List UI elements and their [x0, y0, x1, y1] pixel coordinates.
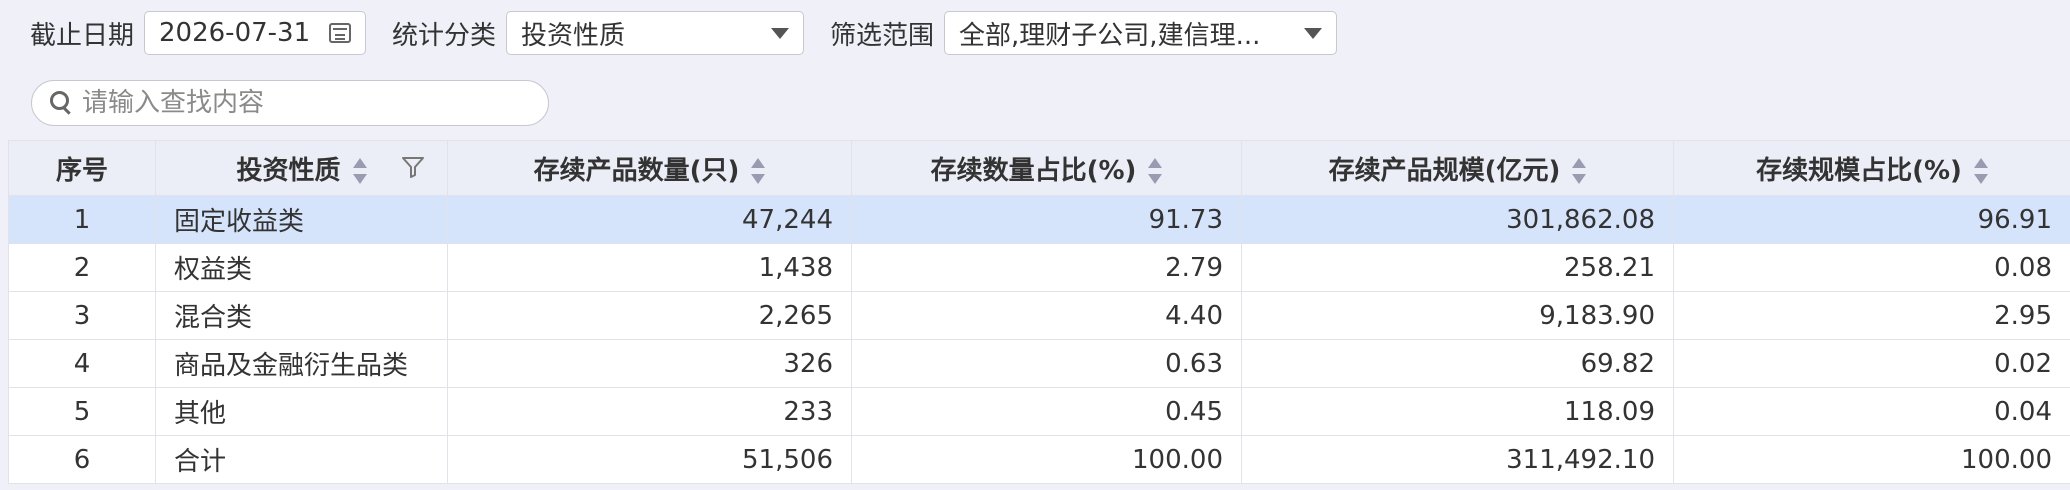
- chevron-down-icon: [771, 27, 790, 39]
- cell-index: 1: [8, 195, 156, 244]
- cell-scale-ratio: 2.95: [1673, 291, 2070, 340]
- sort-icon[interactable]: [751, 156, 766, 186]
- scope-label: 筛选范围: [830, 20, 935, 51]
- table-row[interactable]: 3 混合类 2,265 4.40 9,183.90 2.95: [8, 291, 2070, 340]
- cell-count-ratio: 2.79: [851, 243, 1242, 292]
- cell-type: 商品及金融衍生品类: [155, 339, 448, 388]
- cell-count: 1,438: [447, 243, 852, 292]
- cell-index: 3: [8, 291, 156, 340]
- data-table: 序号 投资性质 存续产品数量(只) 存续数量占比(%) 存续产品规模(亿元) 存…: [8, 140, 2070, 484]
- cell-scale-ratio: 96.91: [1673, 195, 2070, 244]
- category-select[interactable]: 投资性质: [506, 11, 805, 55]
- search-icon: [50, 91, 70, 115]
- cell-scale-ratio: 0.08: [1673, 243, 2070, 292]
- cell-type: 混合类: [155, 291, 448, 340]
- table-header-row: 序号 投资性质 存续产品数量(只) 存续数量占比(%) 存续产品规模(亿元) 存…: [8, 140, 2070, 196]
- cell-index: 4: [8, 339, 156, 388]
- cell-scale-ratio: 100.00: [1673, 435, 2070, 484]
- cell-index: 2: [8, 243, 156, 292]
- table-row[interactable]: 4 商品及金融衍生品类 326 0.63 69.82 0.02: [8, 339, 2070, 388]
- sort-icon[interactable]: [1148, 156, 1163, 186]
- cell-type: 其他: [155, 387, 448, 436]
- filter-icon[interactable]: [401, 155, 425, 179]
- cell-scale: 301,862.08: [1241, 195, 1674, 244]
- header-scale-ratio[interactable]: 存续规模占比(%): [1673, 140, 2070, 196]
- table-row[interactable]: 6 合计 51,506 100.00 311,492.10 100.00: [8, 435, 2070, 484]
- date-picker[interactable]: 2026-07-31: [144, 11, 367, 55]
- cell-count: 51,506: [447, 435, 852, 484]
- cell-scale: 118.09: [1241, 387, 1674, 436]
- header-investment-type[interactable]: 投资性质: [155, 140, 448, 196]
- cell-count: 233: [447, 387, 852, 436]
- scope-select[interactable]: 全部,理财子公司,建信理...: [944, 11, 1338, 55]
- cell-count: 326: [447, 339, 852, 388]
- cell-count-ratio: 0.45: [851, 387, 1242, 436]
- cell-type: 合计: [155, 435, 448, 484]
- cell-count-ratio: 100.00: [851, 435, 1242, 484]
- search-input[interactable]: [80, 87, 514, 119]
- category-label: 统计分类: [392, 20, 497, 51]
- filter-toolbar: 截止日期 2026-07-31 统计分类 投资性质 筛选范围 全部,理财子公司,…: [0, 0, 2070, 66]
- table-row[interactable]: 5 其他 233 0.45 118.09 0.04: [8, 387, 2070, 436]
- cell-scale-ratio: 0.02: [1673, 339, 2070, 388]
- chevron-down-icon: [1304, 27, 1323, 39]
- cell-scale: 258.21: [1241, 243, 1674, 292]
- cell-count: 47,244: [447, 195, 852, 244]
- sort-icon[interactable]: [1572, 156, 1587, 186]
- cell-scale: 9,183.90: [1241, 291, 1674, 340]
- header-count-ratio[interactable]: 存续数量占比(%): [851, 140, 1242, 196]
- cell-type: 固定收益类: [155, 195, 448, 244]
- category-value: 投资性质: [521, 20, 626, 51]
- search-box[interactable]: [31, 80, 549, 126]
- cell-index: 5: [8, 387, 156, 436]
- scope-value: 全部,理财子公司,建信理...: [959, 20, 1261, 51]
- header-index: 序号: [8, 140, 156, 196]
- header-product-count[interactable]: 存续产品数量(只): [447, 140, 852, 196]
- date-value: 2026-07-31: [159, 18, 311, 48]
- sort-icon[interactable]: [1973, 156, 1988, 186]
- cell-type: 权益类: [155, 243, 448, 292]
- sort-icon[interactable]: [352, 156, 367, 186]
- cell-index: 6: [8, 435, 156, 484]
- cell-count: 2,265: [447, 291, 852, 340]
- calendar-icon: [329, 23, 352, 43]
- table-row[interactable]: 2 权益类 1,438 2.79 258.21 0.08: [8, 243, 2070, 292]
- cell-count-ratio: 4.40: [851, 291, 1242, 340]
- header-product-scale[interactable]: 存续产品规模(亿元): [1241, 140, 1674, 196]
- cell-count-ratio: 91.73: [851, 195, 1242, 244]
- cell-count-ratio: 0.63: [851, 339, 1242, 388]
- cell-scale: 69.82: [1241, 339, 1674, 388]
- cell-scale: 311,492.10: [1241, 435, 1674, 484]
- cell-scale-ratio: 0.04: [1673, 387, 2070, 436]
- date-label: 截止日期: [30, 20, 135, 51]
- table-row[interactable]: 1 固定收益类 47,244 91.73 301,862.08 96.91: [8, 195, 2070, 244]
